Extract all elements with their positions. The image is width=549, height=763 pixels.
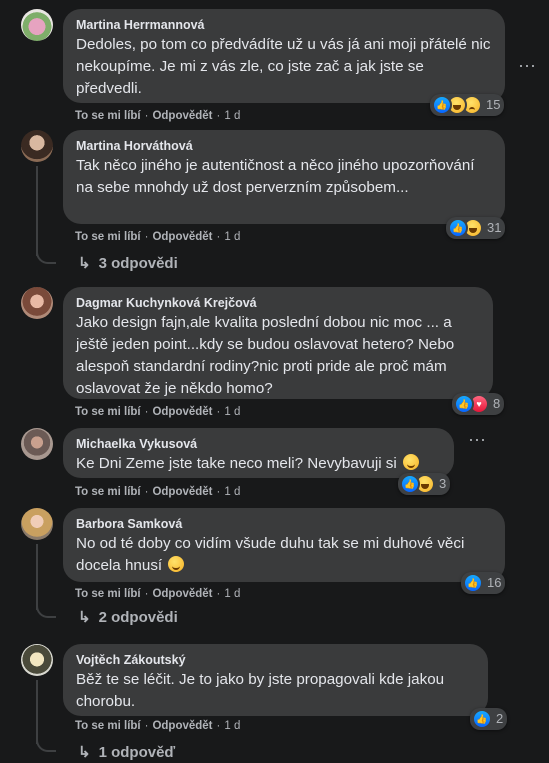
reply-arrow-icon: ↳ xyxy=(78,255,91,272)
avatar[interactable] xyxy=(21,508,53,540)
comments-feed: Martina Herrmannová Dedoles, po tom co p… xyxy=(0,0,549,762)
reply-link[interactable]: Odpovědět xyxy=(152,720,212,732)
reply-link[interactable]: Odpovědět xyxy=(152,486,212,498)
avatar[interactable] xyxy=(21,428,53,460)
like-link[interactable]: To se mi líbí xyxy=(75,231,141,243)
more-options-button[interactable]: ··· xyxy=(463,425,491,453)
reaction-count: 2 xyxy=(496,711,504,726)
thread-connector xyxy=(36,738,56,752)
comment-bubble: Barbora Samková No od té doby co vidím v… xyxy=(63,508,505,582)
comment-bubble: Martina Herrmannová Dedoles, po tom co p… xyxy=(63,9,505,103)
reply-arrow-icon: ↳ xyxy=(78,609,91,626)
reaction-count: 16 xyxy=(487,575,502,590)
reaction-summary[interactable]: 👍 15 xyxy=(430,94,505,116)
replies-count-label: 1 odpověď xyxy=(98,744,176,761)
reaction-summary[interactable]: 👍 16 xyxy=(461,572,506,594)
like-reaction-icon: 👍 xyxy=(432,95,452,115)
comment-bubble: Vojtěch Zákoutský Běž te se léčit. Je to… xyxy=(63,644,488,716)
reaction-summary[interactable]: 👍 2 xyxy=(470,708,508,730)
comment-text: Ke Dni Zeme jste take neco meli? Nevybav… xyxy=(76,453,442,475)
comment-actions: To se mi líbí · Odpovědět · 1 d xyxy=(75,231,241,243)
comment-author[interactable]: Martina Horváthová xyxy=(76,138,493,154)
thread-connector xyxy=(36,604,56,618)
reaction-summary[interactable]: 👍 ♥ 8 xyxy=(452,393,505,415)
comment-author[interactable]: Vojtěch Zákoutský xyxy=(76,652,476,668)
like-reaction-icon: 👍 xyxy=(400,474,420,494)
like-reaction-icon: 👍 xyxy=(448,218,468,238)
tongue-emoji-icon xyxy=(168,556,185,572)
replies-count-label: 2 odpovědi xyxy=(98,609,178,626)
grin-emoji-icon xyxy=(403,454,419,470)
reply-link[interactable]: Odpovědět xyxy=(152,406,212,418)
comment-text: No od té doby co vidím všude duhu tak se… xyxy=(76,533,493,577)
reply-arrow-icon: ↳ xyxy=(78,744,91,761)
reply-link[interactable]: Odpovědět xyxy=(152,231,212,243)
comment-author[interactable]: Barbora Samková xyxy=(76,516,493,532)
view-replies-link[interactable]: ↳ 3 odpovědi xyxy=(78,254,178,274)
comment-actions: To se mi líbí · Odpovědět · 1 d xyxy=(75,486,241,498)
comment-author[interactable]: Martina Herrmannová xyxy=(76,17,493,33)
comment-text-content: No od té doby co vidím všude duhu tak se… xyxy=(76,535,465,574)
avatar[interactable] xyxy=(21,130,53,162)
like-link[interactable]: To se mi líbí xyxy=(75,486,141,498)
comment-text: Tak něco jiného je autentičnost a něco j… xyxy=(76,157,475,196)
comment-bubble: Martina Horváthová Tak něco jiného je au… xyxy=(63,130,505,224)
thread-line xyxy=(36,166,38,256)
avatar[interactable] xyxy=(21,287,53,319)
reaction-summary[interactable]: 👍 3 xyxy=(398,473,451,495)
like-link[interactable]: To se mi líbí xyxy=(75,588,141,600)
comment-time[interactable]: 1 d xyxy=(224,486,240,498)
comment-time[interactable]: 1 d xyxy=(224,406,240,418)
avatar[interactable] xyxy=(21,644,53,676)
comment-text-content: Ke Dni Zeme jste take neco meli? Nevybav… xyxy=(76,455,397,472)
view-replies-link[interactable]: ↳ 1 odpověď xyxy=(78,743,175,763)
replies-count-label: 3 odpovědi xyxy=(98,255,178,272)
reaction-summary[interactable]: 👍 31 xyxy=(446,217,506,239)
comment-actions: To se mi líbí · Odpovědět · 1 d xyxy=(75,406,241,418)
thread-line xyxy=(36,544,38,610)
comment-time[interactable]: 1 d xyxy=(224,110,240,122)
comment-bubble: Dagmar Kuchynková Krejčová Jako design f… xyxy=(63,287,493,399)
comment-time[interactable]: 1 d xyxy=(224,720,240,732)
comment-author[interactable]: Michaelka Vykusová xyxy=(76,436,442,452)
more-horizontal-icon: ··· xyxy=(518,54,536,75)
reaction-count: 31 xyxy=(487,220,502,235)
like-reaction-icon: 👍 xyxy=(472,709,492,729)
comment-time[interactable]: 1 d xyxy=(224,588,240,600)
like-link[interactable]: To se mi líbí xyxy=(75,720,141,732)
comment-actions: To se mi líbí · Odpovědět · 1 d xyxy=(75,720,241,732)
reply-link[interactable]: Odpovědět xyxy=(152,110,212,122)
like-reaction-icon: 👍 xyxy=(454,394,474,414)
comment-text: Běž te se léčit. Je to jako by jste prop… xyxy=(76,671,445,710)
comment-actions: To se mi líbí · Odpovědět · 1 d xyxy=(75,588,241,600)
thread-line xyxy=(36,680,38,744)
like-link[interactable]: To se mi líbí xyxy=(75,406,141,418)
more-options-button[interactable]: ··· xyxy=(513,51,541,79)
comment-text: Dedoles, po tom co předvádíte už u vás j… xyxy=(76,36,491,97)
comment-actions: To se mi líbí · Odpovědět · 1 d xyxy=(75,110,241,122)
reaction-count: 3 xyxy=(439,476,447,491)
comment-bubble: Michaelka Vykusová Ke Dni Zeme jste take… xyxy=(63,428,454,478)
like-link[interactable]: To se mi líbí xyxy=(75,110,141,122)
comment-text: Jako design fajn,ale kvalita poslední do… xyxy=(76,314,455,397)
thread-connector xyxy=(36,250,56,264)
view-replies-link[interactable]: ↳ 2 odpovědi xyxy=(78,608,178,628)
comment-time[interactable]: 1 d xyxy=(224,231,240,243)
reaction-count: 15 xyxy=(486,97,501,112)
like-reaction-icon: 👍 xyxy=(463,573,483,593)
more-horizontal-icon: ··· xyxy=(468,428,486,449)
avatar[interactable] xyxy=(21,9,53,41)
comment-author[interactable]: Dagmar Kuchynková Krejčová xyxy=(76,295,481,311)
reaction-count: 8 xyxy=(493,396,501,411)
reply-link[interactable]: Odpovědět xyxy=(152,588,212,600)
